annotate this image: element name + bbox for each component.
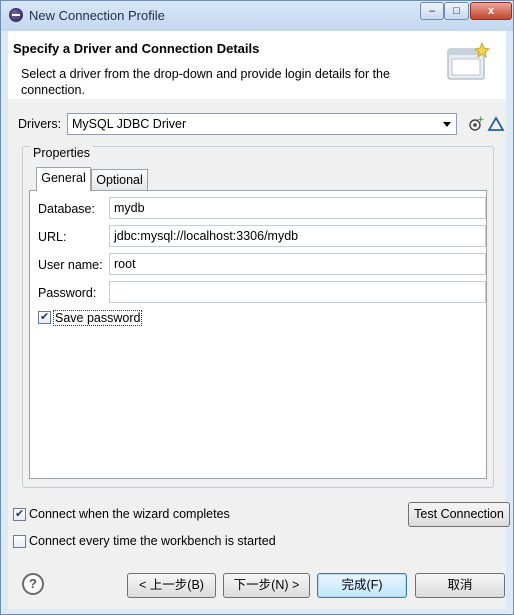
window-title: New Connection Profile <box>29 8 165 23</box>
page-title: Specify a Driver and Connection Details <box>13 41 260 56</box>
help-icon[interactable]: ? <box>22 573 44 595</box>
title-bar[interactable]: New Connection Profile – □ x <box>1 1 513 31</box>
eclipse-icon <box>9 8 23 22</box>
drivers-selected-value: MySQL JDBC Driver <box>72 117 187 131</box>
minimize-button[interactable]: – <box>420 2 444 20</box>
new-driver-icon[interactable]: + <box>466 115 484 133</box>
back-button[interactable]: < 上一步(B) <box>127 573 216 598</box>
edit-driver-icon[interactable] <box>487 115 505 133</box>
chevron-down-icon <box>443 122 451 127</box>
tab-general[interactable]: General <box>36 167 91 191</box>
properties-group-label: Properties <box>30 146 93 160</box>
url-field[interactable]: jdbc:mysql://localhost:3306/mydb <box>109 225 486 247</box>
connect-on-startup-label[interactable]: Connect every time the workbench is star… <box>29 534 276 548</box>
connect-on-finish-label[interactable]: Connect when the wizard completes <box>29 507 230 521</box>
connect-on-startup-checkbox[interactable] <box>13 535 26 548</box>
drivers-label: Drivers: <box>18 117 62 131</box>
test-connection-button[interactable]: Test Connection <box>408 502 510 527</box>
maximize-button[interactable]: □ <box>444 2 469 20</box>
connect-on-finish-checkbox[interactable] <box>13 507 26 521</box>
finish-button[interactable]: 完成(F) <box>317 573 407 598</box>
database-label: Database: <box>38 202 95 216</box>
tab-optional[interactable]: Optional <box>91 169 148 191</box>
username-label: User name: <box>38 258 103 272</box>
dialog-window: New Connection Profile – □ x Specify a D… <box>0 0 514 615</box>
drivers-dropdown[interactable]: MySQL JDBC Driver <box>67 113 457 135</box>
close-button[interactable]: x <box>470 2 512 20</box>
wizard-header: Specify a Driver and Connection Details … <box>8 31 506 100</box>
database-field[interactable]: mydb <box>109 197 486 219</box>
wizard-banner-icon <box>447 41 490 80</box>
save-password-label[interactable]: Save password <box>53 310 143 326</box>
cancel-button[interactable]: 取消 <box>415 573 505 598</box>
password-label: Password: <box>38 286 97 300</box>
url-label: URL: <box>38 230 67 244</box>
page-description: Select a driver from the drop-down and p… <box>21 67 390 97</box>
next-button[interactable]: 下一步(N) > <box>223 573 310 598</box>
username-field[interactable]: root <box>109 253 486 275</box>
save-password-checkbox[interactable] <box>38 310 51 324</box>
wizard-content: Drivers: MySQL JDBC Driver + Properties … <box>8 99 510 609</box>
svg-text:+: + <box>477 115 484 125</box>
password-field[interactable] <box>109 281 486 303</box>
